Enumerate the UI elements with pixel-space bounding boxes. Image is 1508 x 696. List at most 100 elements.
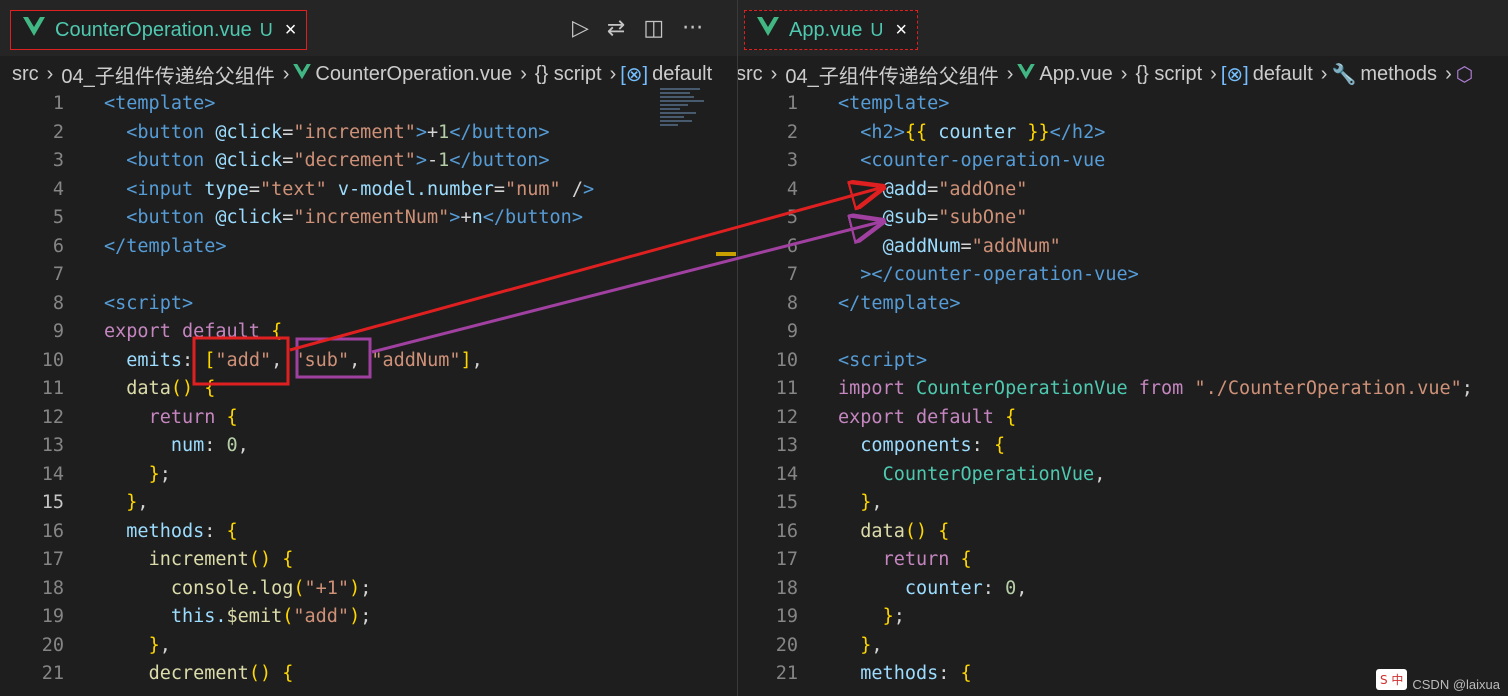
- tab-app[interactable]: App.vue U ×: [744, 10, 919, 50]
- run-icon[interactable]: ▷: [572, 16, 589, 41]
- chevron-right-icon: ›: [770, 62, 778, 85]
- code-line[interactable]: 12 export default {: [738, 404, 1508, 433]
- code-line[interactable]: 20 },: [0, 632, 737, 661]
- breadcrumb-src[interactable]: src: [8, 63, 43, 86]
- code-line[interactable]: 21 decrement() {: [0, 660, 737, 689]
- code-line[interactable]: 10 emits: ["add", "sub", "addNum"],: [0, 347, 737, 376]
- code-line[interactable]: 5 @sub="subOne": [738, 204, 1508, 233]
- ime-indicator: S 中: [1376, 669, 1408, 690]
- chevron-right-icon: ›: [1210, 62, 1217, 85]
- split-editor-icon[interactable]: ◫: [643, 16, 664, 41]
- code-text: num: 0,: [170, 435, 249, 456]
- code-line[interactable]: 9: [738, 318, 1508, 347]
- chevron-right-icon: ›: [46, 62, 54, 85]
- code-line[interactable]: 6 </template>: [0, 233, 737, 262]
- code-text: export default {: [104, 321, 283, 342]
- code-line[interactable]: 3 <button @click="decrement">-1</button>: [0, 147, 737, 176]
- close-icon[interactable]: ×: [895, 19, 917, 42]
- code-line[interactable]: 15 },: [738, 489, 1508, 518]
- breadcrumb-default[interactable]: default: [1249, 63, 1317, 86]
- left-tab-bar: CounterOperation.vue U × ▷ ⇄ ◫ ···: [0, 0, 737, 56]
- minimap[interactable]: [660, 88, 716, 158]
- line-number: 15: [41, 492, 64, 513]
- line-number: 18: [41, 577, 64, 599]
- code-line[interactable]: 17 increment() {: [0, 546, 737, 575]
- code-editor[interactable]: 1 <template> 2 <button @click="increment">…: [0, 90, 737, 689]
- code-line[interactable]: 17 return {: [738, 546, 1508, 575]
- code-line[interactable]: 13 num: 0,: [0, 432, 737, 461]
- line-number: 6: [52, 235, 64, 257]
- line-number: 5: [786, 207, 798, 228]
- code-line[interactable]: 18 console.log("+1");: [0, 575, 737, 604]
- code-line[interactable]: 7: [0, 261, 737, 290]
- breadcrumb: src › 04_子组件传递给父组件 › CounterOperation.vu…: [8, 58, 737, 90]
- code-line[interactable]: 12 return {: [0, 404, 737, 433]
- more-actions-icon[interactable]: ···: [682, 16, 703, 41]
- code-line[interactable]: 9 export default {: [0, 318, 737, 347]
- code-line[interactable]: 13 components: {: [738, 432, 1508, 461]
- breadcrumb-src[interactable]: src: [738, 63, 767, 86]
- left-editor-pane[interactable]: CounterOperation.vue U × ▷ ⇄ ◫ ··· src ›…: [0, 0, 738, 696]
- close-icon[interactable]: ×: [285, 19, 307, 42]
- line-number: 2: [52, 121, 64, 143]
- code-text: <script>: [104, 292, 194, 314]
- breadcrumb-script[interactable]: {} script: [531, 63, 606, 86]
- line-number: 3: [786, 150, 798, 171]
- code-text: decrement() {: [148, 663, 294, 684]
- breadcrumb: src › 04_子组件传递给父组件 › App.vue › {} script…: [738, 58, 1508, 90]
- code-line[interactable]: 11 import CounterOperationVue from "./Cou…: [738, 375, 1508, 404]
- chevron-right-icon: ›: [1445, 62, 1452, 85]
- breadcrumb-script[interactable]: {} script: [1131, 63, 1206, 86]
- breadcrumb-folder[interactable]: 04_子组件传递给父组件: [781, 60, 1002, 89]
- code-line[interactable]: 20 },: [738, 632, 1508, 661]
- line-number: 6: [786, 235, 798, 257]
- line-number: 21: [775, 663, 798, 684]
- line-number: 18: [775, 577, 798, 599]
- code-line[interactable]: 19 };: [738, 603, 1508, 632]
- code-line[interactable]: 4 @add="addOne": [738, 176, 1508, 205]
- code-line[interactable]: 2 <button @click="increment">+1</button>: [0, 119, 737, 148]
- breadcrumb-file[interactable]: App.vue: [1035, 63, 1116, 86]
- code-line[interactable]: 16 methods: {: [0, 518, 737, 547]
- editor-toolbar: ▷ ⇄ ◫ ···: [572, 16, 703, 41]
- code-line[interactable]: 7 ></counter-operation-vue>: [738, 261, 1508, 290]
- code-line[interactable]: 19 this.$emit("add");: [0, 603, 737, 632]
- breadcrumb-folder[interactable]: 04_子组件传递给父组件: [57, 60, 278, 89]
- code-line[interactable]: 8 </template>: [738, 290, 1508, 319]
- modified-badge: U: [259, 19, 273, 40]
- code-line[interactable]: 10 <script>: [738, 347, 1508, 376]
- code-text: return {: [148, 406, 238, 428]
- code-line[interactable]: 6 @addNum="addNum": [738, 233, 1508, 262]
- line-number: 13: [41, 435, 64, 456]
- code-text: data() {: [126, 378, 216, 399]
- code-line[interactable]: 5 <button @click="incrementNum">+n</butt…: [0, 204, 737, 233]
- line-number: 13: [775, 435, 798, 456]
- code-line[interactable]: 11 data() {: [0, 375, 737, 404]
- vue-logo-icon: [757, 17, 779, 43]
- code-editor[interactable]: 1 <template> 2 <h2>{{ counter }}</h2> 3 <co…: [738, 90, 1508, 689]
- code-text: data() {: [860, 520, 950, 542]
- code-line[interactable]: 2 <h2>{{ counter }}</h2>: [738, 119, 1508, 148]
- code-line[interactable]: 1 <template>: [738, 90, 1508, 119]
- code-line[interactable]: 4 <input type="text" v-model.number="num…: [0, 176, 737, 205]
- code-text: <button @click="increment">+1</button>: [126, 121, 550, 143]
- vue-logo-icon: [293, 63, 312, 86]
- code-line[interactable]: 18 counter: 0,: [738, 575, 1508, 604]
- compare-changes-icon[interactable]: ⇄: [607, 16, 625, 41]
- code-line[interactable]: 14 };: [0, 461, 737, 490]
- right-editor-pane[interactable]: App.vue U × src › 04_子组件传递给父组件 › App.vue…: [738, 0, 1508, 696]
- breadcrumb-file[interactable]: CounterOperation.vue: [311, 63, 516, 86]
- code-line[interactable]: 15 },: [0, 489, 737, 518]
- line-number: 9: [52, 321, 64, 342]
- code-text: };: [148, 463, 171, 485]
- breadcrumb-default[interactable]: default: [648, 63, 716, 86]
- code-line[interactable]: 8 <script>: [0, 290, 737, 319]
- code-line[interactable]: 14 CounterOperationVue,: [738, 461, 1508, 490]
- code-line[interactable]: 3 <counter-operation-vue: [738, 147, 1508, 176]
- breadcrumb-methods[interactable]: methods: [1356, 63, 1441, 86]
- line-number: 3: [52, 150, 64, 171]
- line-number: 20: [41, 634, 64, 656]
- code-line[interactable]: 16 data() {: [738, 518, 1508, 547]
- code-line[interactable]: 1 <template>: [0, 90, 737, 119]
- tab-counteroperation[interactable]: CounterOperation.vue U ×: [10, 10, 308, 50]
